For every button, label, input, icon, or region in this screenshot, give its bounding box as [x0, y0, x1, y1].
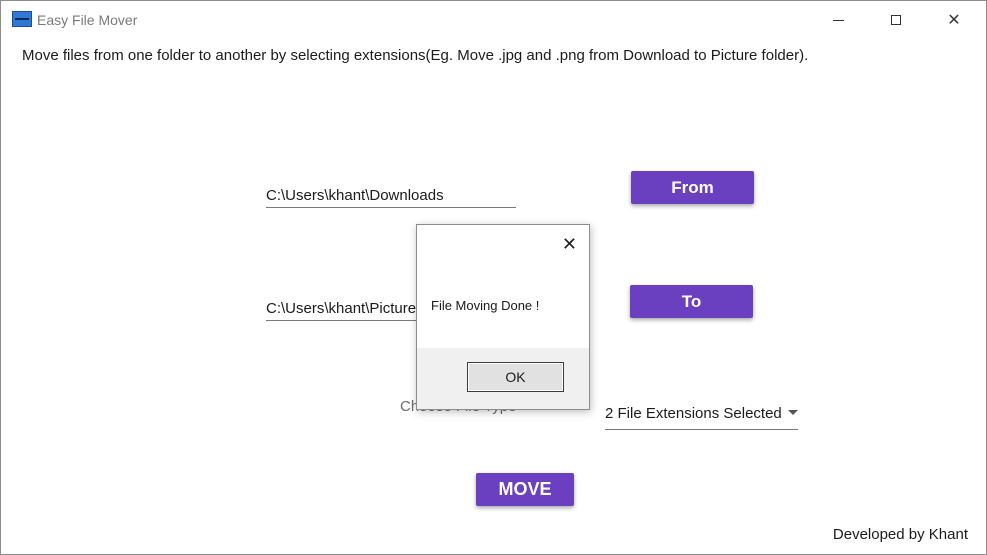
chevron-down-icon: [788, 410, 798, 415]
maximize-button[interactable]: [867, 1, 925, 39]
minimize-icon: [832, 19, 844, 21]
file-extensions-selected-text: 2 File Extensions Selected: [605, 405, 782, 422]
minimize-button[interactable]: [809, 1, 867, 39]
from-button[interactable]: From: [631, 171, 754, 204]
file-extensions-dropdown[interactable]: 2 File Extensions Selected: [605, 403, 798, 430]
move-button[interactable]: MOVE: [476, 473, 574, 506]
app-icon: [12, 11, 32, 27]
maximize-icon: [891, 15, 901, 25]
title-bar[interactable]: Easy File Mover ✕: [1, 1, 986, 39]
message-dialog: ✕ File Moving Done ! OK: [416, 224, 590, 410]
close-icon: ✕: [947, 12, 961, 29]
close-button[interactable]: ✕: [925, 1, 983, 39]
ok-button[interactable]: OK: [467, 362, 564, 392]
dialog-button-area: OK: [417, 348, 589, 409]
developer-credit: Developed by Khant: [832, 526, 968, 543]
dialog-close-icon[interactable]: ✕: [562, 235, 577, 253]
to-button[interactable]: To: [630, 285, 753, 318]
window-title: Easy File Mover: [37, 12, 138, 28]
dialog-message: File Moving Done !: [431, 298, 540, 313]
instructions-text: Move files from one folder to another by…: [22, 47, 809, 64]
source-folder-field[interactable]: C:\Users\khant\Downloads: [266, 185, 516, 208]
app-window: Easy File Mover ✕ Move files from one fo…: [0, 0, 987, 555]
